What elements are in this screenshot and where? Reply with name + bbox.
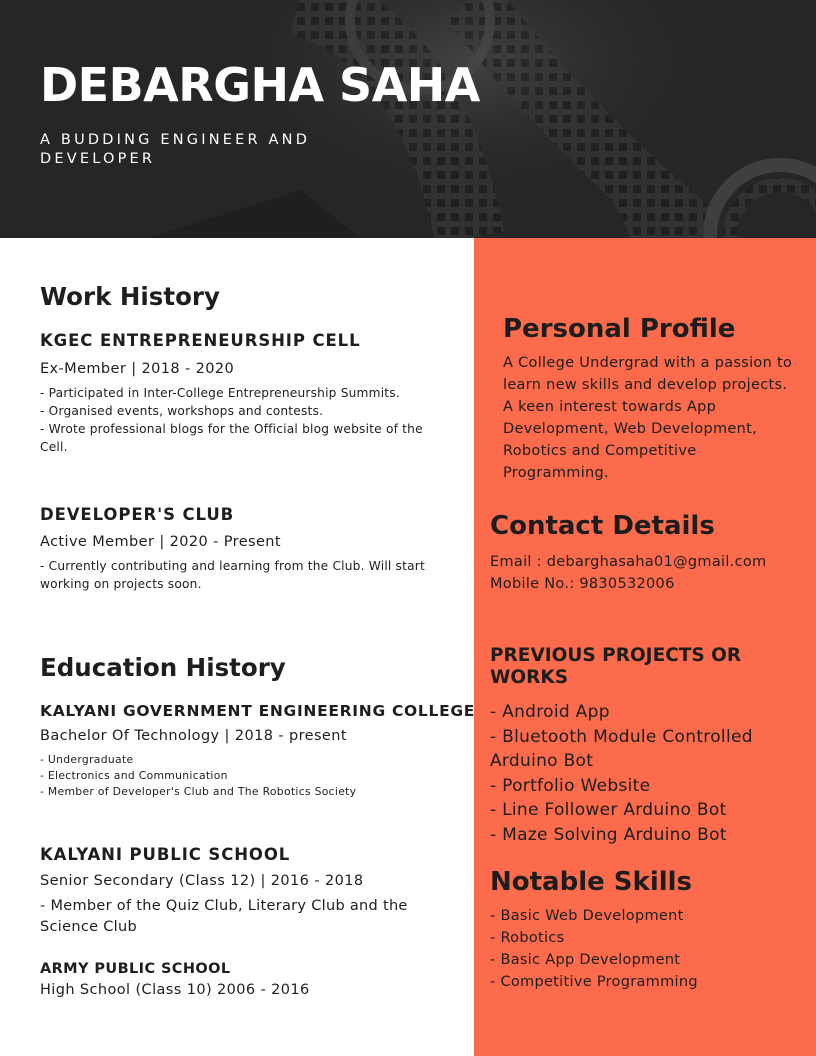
list-item: - Maze Solving Arduino Bot xyxy=(490,824,727,845)
list-item: - Line Follower Arduino Bot xyxy=(490,800,727,820)
education-points: - Undergraduate - Electronics and Commun… xyxy=(40,752,460,800)
work-org: DEVELOPER'S CLUB xyxy=(40,505,235,524)
education-org: KALYANI PUBLIC SCHOOL xyxy=(40,845,291,864)
list-item: - Currently contributing and learning fr… xyxy=(40,559,425,591)
skills-list: - Basic Web Development - Robotics - Bas… xyxy=(490,905,790,993)
work-points: - Participated in Inter-College Entrepre… xyxy=(40,384,450,456)
list-item: - Competitive Programming xyxy=(490,974,698,990)
list-item: - Participated in Inter-College Entrepre… xyxy=(40,386,400,400)
work-role: Ex-Member | 2018 - 2020 xyxy=(40,361,235,377)
sidebar-panel: Personal Profile A College Undergrad wit… xyxy=(474,238,816,1056)
education-org: KALYANI GOVERNMENT ENGINEERING COLLEGE xyxy=(40,702,476,720)
contact-details-heading: Contact Details xyxy=(490,511,715,541)
list-item: - Undergraduate xyxy=(40,753,134,766)
education-points: - Member of the Quiz Club, Literary Club… xyxy=(40,896,435,938)
work-org: KGEC ENTREPRENEURSHIP CELL xyxy=(40,331,361,350)
list-item: - Bluetooth Module Controlled Arduino Bo… xyxy=(490,726,753,772)
work-history-heading: Work History xyxy=(40,282,220,311)
list-item: - Organised events, workshops and contes… xyxy=(40,404,324,418)
personal-profile-heading: Personal Profile xyxy=(503,314,736,344)
projects-heading: PREVIOUS PROJECTS OR WORKS xyxy=(490,645,742,688)
list-item: - Portfolio Website xyxy=(490,775,651,796)
list-item: - Robotics xyxy=(490,930,565,946)
notable-skills-heading: Notable Skills xyxy=(490,867,693,897)
header-banner: DEBARGHA SAHA A BUDDING ENGINEER AND DEV… xyxy=(0,0,816,238)
list-item: - Electronics and Communication xyxy=(40,769,228,782)
list-item: - Basic App Development xyxy=(490,952,681,968)
architecture-background-image xyxy=(150,0,816,238)
candidate-tagline: A BUDDING ENGINEER AND DEVELOPER xyxy=(40,132,311,167)
contact-email: Email : debarghasaha01@gmail.com xyxy=(490,554,767,570)
candidate-name: DEBARGHA SAHA xyxy=(40,58,480,112)
education-degree: High School (Class 10) 2006 - 2016 xyxy=(40,982,310,998)
personal-profile-text: A College Undergrad with a passion to le… xyxy=(503,355,793,481)
list-item: - Member of Developer's Club and The Rob… xyxy=(40,785,357,798)
education-degree: Senior Secondary (Class 12) | 2016 - 201… xyxy=(40,873,364,889)
projects-list: - Android App - Bluetooth Module Control… xyxy=(490,700,790,847)
list-item: - Wrote professional blogs for the Offic… xyxy=(40,422,423,454)
education-org: ARMY PUBLIC SCHOOL xyxy=(40,961,231,977)
list-item: - Member of the Quiz Club, Literary Club… xyxy=(40,898,408,935)
list-item: - Android App xyxy=(490,702,610,722)
education-degree: Bachelor Of Technology | 2018 - present xyxy=(40,728,347,744)
contact-mobile: Mobile No.: 9830532006 xyxy=(490,576,675,592)
education-history-heading: Education History xyxy=(40,653,286,682)
work-role: Active Member | 2020 - Present xyxy=(40,534,281,550)
work-points: - Currently contributing and learning fr… xyxy=(40,557,450,593)
list-item: - Basic Web Development xyxy=(490,908,684,924)
